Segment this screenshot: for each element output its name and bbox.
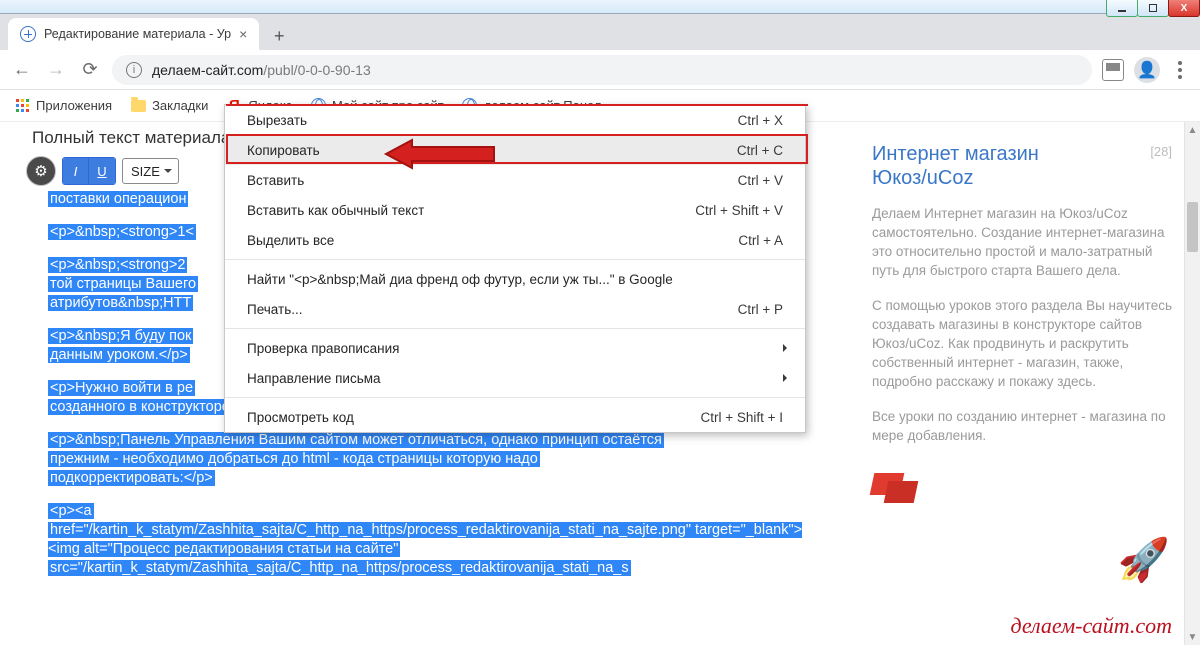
underline-button[interactable]: U [89,158,115,184]
section-heading: Полный текст материала [32,128,230,148]
scroll-down-icon[interactable]: ▼ [1185,629,1200,645]
site-info-icon[interactable]: i [126,62,142,78]
forward-button[interactable]: → [44,58,68,82]
ctx-paste-plain[interactable]: Вставить как обычный текстCtrl + Shift +… [225,195,805,225]
ctx-text-direction[interactable]: Направление письма [225,363,805,393]
ctx-search-google[interactable]: Найти "<p>&nbsp;Май диа френд оф футур, … [225,264,805,294]
apps-icon [16,99,29,112]
tab-close-icon[interactable]: × [239,26,247,42]
window-minimize-button[interactable] [1106,0,1138,17]
favicon-globe-icon [20,26,36,42]
ctx-select-all[interactable]: Выделить всеCtrl + A [225,225,805,255]
toolbar: ← → ⟳ i делаем-сайт.com/publ/0-0-0-90-13… [0,50,1200,90]
selected-text: src="/kartin_k_statym/Zashhita_sajta/C_h… [48,560,631,576]
browser-menu-button[interactable] [1170,61,1190,79]
url-text: делаем-сайт.com/publ/0-0-0-90-13 [152,62,371,78]
scroll-up-icon[interactable]: ▲ [1185,122,1200,138]
scroll-thumb[interactable] [1187,202,1198,252]
flag-icon [872,473,914,503]
window-titlebar: X [0,0,1200,14]
address-bar[interactable]: i делаем-сайт.com/publ/0-0-0-90-13 [112,55,1092,85]
selected-text: <p>&nbsp;<strong>2 [48,257,187,273]
annotation-red-arrow-icon [382,134,502,174]
bookmark-label: Закладки [152,98,208,113]
selected-text: href="/kartin_k_statym/Zashhita_sajta/C_… [48,522,802,557]
tab-title: Редактирование материала - Ур [44,27,231,41]
selected-text: <p><a [48,503,94,519]
ctx-inspect[interactable]: Просмотреть кодCtrl + Shift + I [225,402,805,432]
tab-strip: Редактирование материала - Ур × + [0,14,1200,50]
ctx-paste[interactable]: ВставитьCtrl + V [225,165,805,195]
shortcut: Ctrl + V [738,173,783,188]
back-button[interactable]: ← [10,58,34,82]
shortcut: Ctrl + P [738,302,783,317]
window-close-button[interactable]: X [1168,0,1200,17]
settings-gear-icon[interactable]: ⚙ [26,156,56,186]
selected-text: той страницы Вашего [48,276,198,292]
selected-text: <p>&nbsp;<strong>1< [48,224,196,240]
bookmark-folder[interactable]: Закладки [130,98,208,114]
selected-text: <p>&nbsp;Я буду пок [48,328,193,344]
ctx-copy[interactable]: КопироватьCtrl + C [225,135,805,165]
sidebar-paragraph: С помощью уроков этого раздела Вы научит… [872,296,1172,391]
selected-text: атрибутов&nbsp;HTT [48,295,193,311]
window-maximize-button[interactable] [1137,0,1169,17]
context-menu: ВырезатьCtrl + X КопироватьCtrl + C Вста… [224,104,806,433]
selected-text: прежним - необходимо добраться до html -… [48,451,540,467]
browser-tab[interactable]: Редактирование материала - Ур × [8,18,259,50]
shortcut: Ctrl + X [738,113,783,128]
vertical-scrollbar[interactable]: ▲ ▼ [1184,122,1200,645]
sidebar: [28] Интернет магазинЮкоз/uCoz Делаем Ин… [872,142,1172,503]
size-label: SIZE [131,164,160,179]
profile-avatar[interactable]: 👤 [1134,57,1160,83]
shortcut: Ctrl + C [737,143,783,158]
italic-button[interactable]: I [63,158,89,184]
reload-button[interactable]: ⟳ [78,58,102,82]
sidebar-count: [28] [1150,144,1172,159]
ctx-spellcheck[interactable]: Проверка правописания [225,333,805,363]
extension-icon[interactable] [1102,59,1124,81]
shortcut: Ctrl + A [738,233,783,248]
ctx-print[interactable]: Печать...Ctrl + P [225,294,805,324]
size-select[interactable]: SIZE [122,158,179,184]
new-tab-button[interactable]: + [265,22,293,50]
selected-text: <p>&nbsp;Панель Управления Вашим сайтом … [48,432,664,448]
format-group: I U [62,157,116,185]
bookmark-label: Приложения [36,98,112,113]
ctx-cut[interactable]: ВырезатьCtrl + X [225,105,805,135]
shortcut: Ctrl + Shift + I [700,410,783,425]
sidebar-paragraph: Все уроки по созданию интернет - магазин… [872,407,1172,445]
editor-toolbar: ⚙ I U SIZE [26,156,179,186]
rocket-icon[interactable]: 🚀 [1118,536,1170,585]
watermark: делаем-сайт.com [1010,613,1172,639]
selected-text: подкорректировать:</p> [48,470,215,486]
selected-text: данным уроком.</p> [48,347,190,363]
shortcut: Ctrl + Shift + V [695,203,783,218]
selected-text: поставки операцион [48,191,188,207]
sidebar-paragraph: Делаем Интернет магазин на Юкоз/uCoz сам… [872,204,1172,280]
selected-text: <p>Нужно войти в ре [48,380,195,396]
folder-icon [131,100,146,112]
sidebar-title[interactable]: Интернет магазинЮкоз/uCoz [872,142,1172,190]
bookmark-apps[interactable]: Приложения [14,98,112,114]
